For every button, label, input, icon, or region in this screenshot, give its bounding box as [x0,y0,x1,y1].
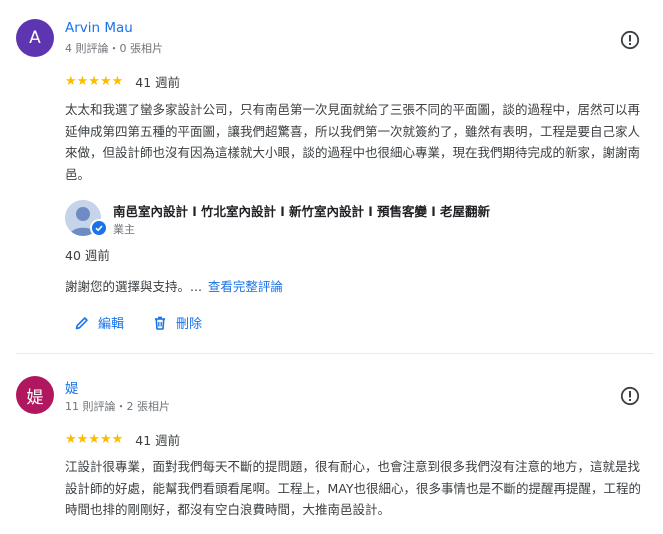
review-text: 太太和我選了蠻多家設計公司，只有南邑第一次見面就給了三張不同的平面圖，談的過程中… [65,102,641,182]
owner-role: 業主 [113,223,135,236]
avatar[interactable]: A [16,19,54,57]
review-time: 41 週前 [135,433,181,448]
delete-button[interactable]: 刪除 [152,313,202,332]
review-card: 媞 媞 11 則評論・2 張相片 ★★★★★ 41 週前 江設計很專業，面對我們… [0,354,663,534]
reviewer-meta: 4 則評論・0 張相片 [65,42,163,55]
review-text: 江設計很專業，面對我們每天不斷的提問題，很有耐心，也會注意到很多我們沒有注意的地… [65,459,642,517]
edit-button[interactable]: 編輯 [74,313,124,332]
edit-label: 編輯 [98,317,125,332]
verified-badge-icon [90,219,108,237]
trash-icon [155,316,165,330]
reviewer-meta: 11 則評論・2 張相片 [65,400,170,413]
review-time: 41 週前 [135,75,181,90]
pencil-icon [75,316,88,329]
view-full-review-link[interactable]: 查看完整評論 [208,279,283,294]
review-card: A Arvin Mau 4 則評論・0 張相片 ★★★★★ 41 週前 太太和我… [0,0,663,350]
reply-time: 40 週前 [65,248,110,263]
reviewer-name[interactable]: 媞 [65,377,79,397]
report-icon[interactable] [620,386,640,406]
reply-text: 謝謝您的選擇與支持。... [65,279,202,294]
star-rating: ★★★★★ [65,74,124,89]
star-rating: ★★★★★ [65,432,124,447]
rating-row: ★★★★★ 41 週前 [65,72,180,91]
rating-row: ★★★★★ 41 週前 [65,430,180,449]
owner-reply: 謝謝您的選擇與支持。... 查看完整評論 [65,276,283,295]
delete-label: 刪除 [176,317,203,332]
avatar[interactable]: 媞 [16,376,54,414]
report-icon[interactable] [620,30,640,50]
owner-name[interactable]: 南邑室內設計 l 竹北室內設計 l 新竹室內設計 l 預售客變 l 老屋翻新 [113,201,490,220]
reviewer-name[interactable]: Arvin Mau [65,20,133,36]
